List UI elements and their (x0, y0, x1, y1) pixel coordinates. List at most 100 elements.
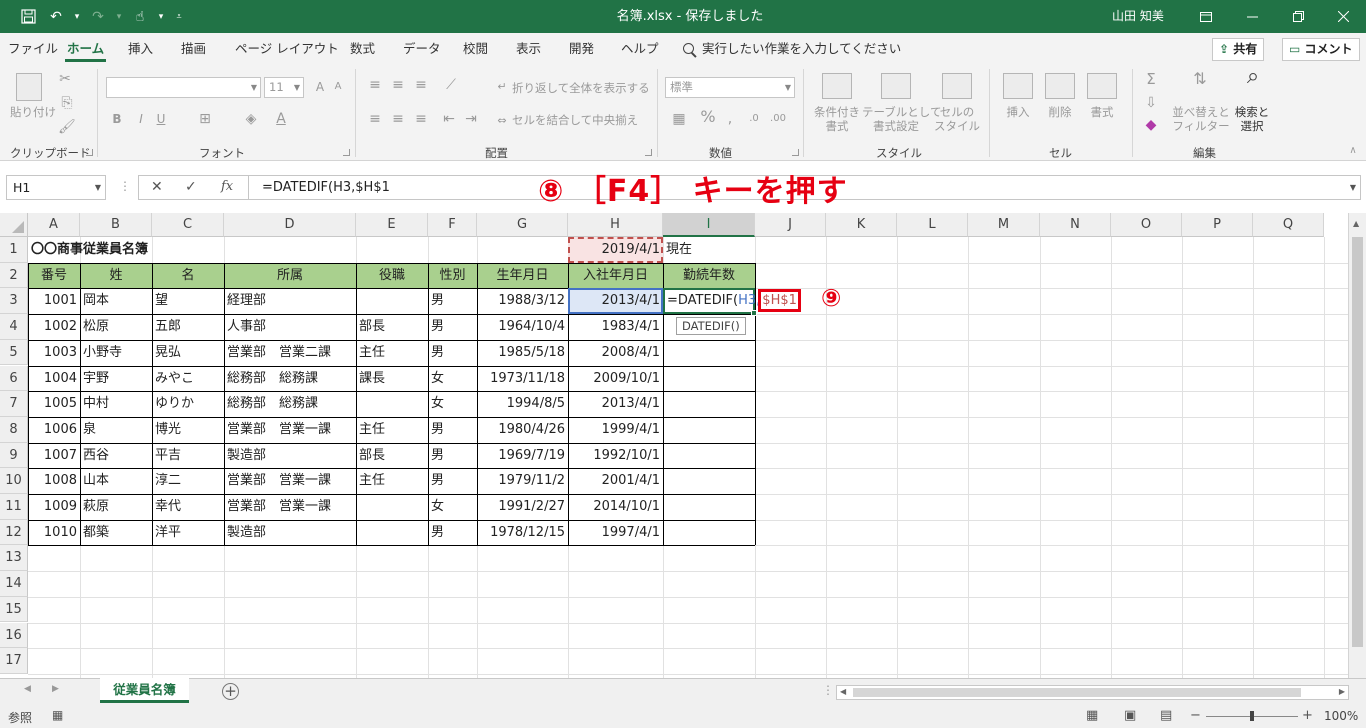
borders-icon[interactable]: ⊞ (196, 111, 214, 127)
select-all-corner[interactable] (0, 213, 28, 237)
tell-me-search[interactable]: 実行したい作業を入力してください (683, 33, 901, 65)
table-cell[interactable]: 男 (428, 468, 477, 494)
insert-cells-button[interactable]: 挿入 (998, 105, 1038, 119)
sort-filter-icon[interactable]: ⇅ (1186, 71, 1214, 87)
fill-color-icon[interactable]: ◈ (242, 111, 260, 127)
table-cell[interactable]: 1009 (28, 494, 80, 520)
table-cell[interactable]: 部長 (356, 443, 428, 469)
table-cell[interactable]: 晃弘 (152, 340, 224, 366)
tab-home[interactable]: ホーム (64, 33, 107, 65)
table-cell[interactable]: 1979/11/2 (477, 468, 568, 494)
normal-view-icon[interactable]: ▦ (1086, 708, 1098, 723)
column-title-cell[interactable]: 番号 (28, 263, 80, 289)
undo-icon[interactable]: ↶ (42, 0, 70, 33)
row-header[interactable]: 2 (0, 262, 28, 289)
increase-font-icon[interactable]: A (312, 79, 328, 95)
vertical-scrollbar[interactable]: ▲ (1348, 213, 1366, 678)
table-cell[interactable]: 1010 (28, 520, 80, 546)
row-header[interactable]: 15 (0, 596, 28, 623)
font-size-combo[interactable]: 11 ▼ (264, 77, 304, 98)
table-cell[interactable]: ゆりか (152, 391, 224, 417)
column-header[interactable]: E (356, 213, 428, 237)
tab-data[interactable]: データ (403, 33, 441, 65)
page-layout-view-icon[interactable]: ▣ (1124, 708, 1136, 723)
macro-record-icon[interactable]: ▦ (52, 708, 63, 722)
comment-button[interactable]: ▭ コメント (1282, 38, 1360, 61)
table-cell[interactable]: 男 (428, 314, 477, 340)
column-title-cell[interactable]: 性別 (428, 263, 477, 289)
table-cell[interactable]: 2001/4/1 (568, 468, 663, 494)
delete-cells-button[interactable]: 削除 (1040, 105, 1080, 119)
table-cell[interactable]: 1978/12/15 (477, 520, 568, 546)
tab-review[interactable]: 校閲 (463, 33, 488, 65)
table-cell[interactable]: 平吉 (152, 443, 224, 469)
table-cell[interactable]: 1964/10/4 (477, 314, 568, 340)
column-title-cell[interactable]: 名 (152, 263, 224, 289)
table-cell[interactable]: 男 (428, 417, 477, 443)
table-cell[interactable]: 中村 (80, 391, 152, 417)
table-cell[interactable]: 泉 (80, 417, 152, 443)
font-color-icon[interactable]: A (272, 111, 290, 127)
number-format-combo[interactable]: 標準 ▼ (665, 77, 795, 98)
expand-formula-bar-icon[interactable]: ▼ (1350, 176, 1356, 199)
table-cell[interactable] (663, 443, 755, 469)
align-top-icon[interactable]: ≡ (366, 77, 384, 93)
column-header[interactable]: J (755, 213, 826, 237)
table-cell[interactable]: 1001 (28, 288, 80, 314)
table-cell[interactable]: 男 (428, 443, 477, 469)
column-header[interactable]: M (968, 213, 1040, 237)
horizontal-scrollbar[interactable]: ◀ ▶ (836, 685, 1349, 700)
column-header[interactable]: D (224, 213, 356, 237)
table-cell[interactable]: 人事部 (224, 314, 356, 340)
decrease-decimal-icon[interactable]: .00 (768, 111, 788, 127)
table-cell[interactable]: 1983/4/1 (568, 314, 663, 340)
user-name[interactable]: 山田 知美 (1112, 0, 1164, 33)
table-cell[interactable]: 男 (428, 340, 477, 366)
clipboard-launcher-icon[interactable] (86, 149, 93, 156)
table-cell[interactable]: 博光 (152, 417, 224, 443)
table-cell[interactable] (356, 494, 428, 520)
table-cell[interactable]: 小野寺 (80, 340, 152, 366)
column-header[interactable]: F (428, 213, 477, 237)
cell-styles-icon[interactable] (942, 73, 972, 99)
row-header[interactable]: 11 (0, 494, 28, 520)
row-header[interactable]: 4 (0, 314, 28, 340)
percent-button[interactable]: % (700, 109, 716, 125)
format-cells-icon[interactable] (1087, 73, 1117, 99)
table-cell[interactable] (356, 288, 428, 314)
page-break-view-icon[interactable]: ▤ (1160, 708, 1172, 723)
column-header[interactable]: B (80, 213, 152, 237)
fill-handle[interactable] (751, 310, 757, 317)
find-select-button[interactable]: 検索と 選択 (1230, 105, 1274, 133)
cut-icon[interactable]: ✂ (58, 71, 72, 87)
row-header[interactable]: 6 (0, 365, 28, 392)
table-cell[interactable] (356, 520, 428, 546)
scroll-right-icon[interactable]: ▶ (1339, 687, 1345, 696)
collapse-ribbon-icon[interactable]: ∧ (1346, 143, 1360, 159)
column-header[interactable]: L (897, 213, 968, 237)
table-cell[interactable] (663, 391, 755, 417)
restore-icon[interactable] (1275, 0, 1321, 33)
font-launcher-icon[interactable] (343, 149, 350, 156)
sheet-title[interactable]: 〇〇商事従業員名簿 (28, 237, 356, 263)
column-title-cell[interactable]: 所属 (224, 263, 356, 289)
table-cell[interactable]: 主任 (356, 340, 428, 366)
cancel-icon[interactable]: ✕ (151, 179, 163, 195)
table-cell[interactable]: 西谷 (80, 443, 152, 469)
table-cell[interactable] (663, 468, 755, 494)
table-cell[interactable]: 主任 (356, 468, 428, 494)
table-cell[interactable]: 経理部 (224, 288, 356, 314)
editing-cell[interactable]: =DATEDIF(H3, $H$1 (663, 288, 801, 315)
tab-file[interactable]: ファイル (8, 33, 58, 65)
table-cell[interactable]: 1997/4/1 (568, 520, 663, 546)
name-box[interactable]: H1 ▼ (6, 175, 106, 200)
table-cell[interactable]: 営業部 営業一課 (224, 468, 356, 494)
table-cell[interactable]: 2013/4/1 (568, 391, 663, 417)
customize-qat-icon[interactable]: ⩡ (168, 0, 190, 33)
column-header[interactable]: H (568, 213, 663, 237)
ribbon-display-options-icon[interactable] (1183, 0, 1229, 33)
table-cell[interactable]: 1006 (28, 417, 80, 443)
increase-indent-icon[interactable]: ⇥ (462, 111, 480, 127)
clear-icon[interactable]: ◆ (1142, 117, 1160, 133)
table-cell[interactable]: 1002 (28, 314, 80, 340)
